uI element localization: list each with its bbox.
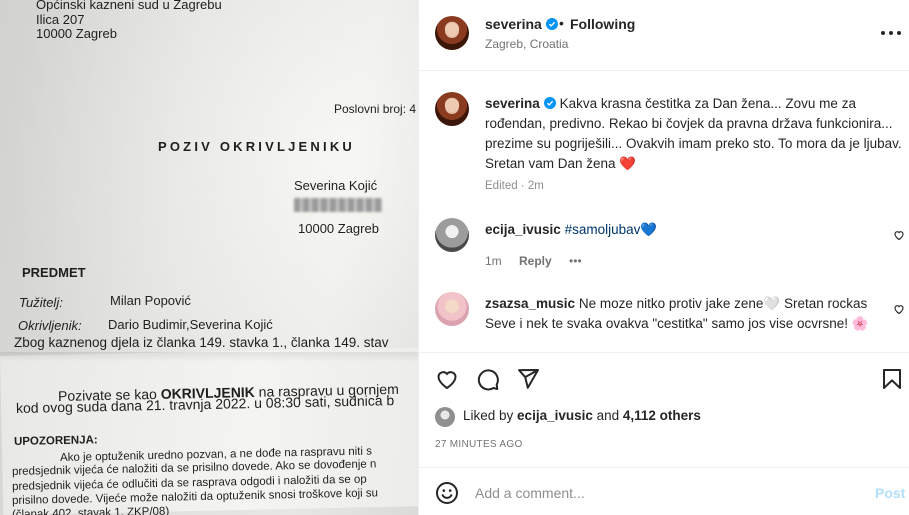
first-liker-link[interactable]: ecija_ivusic bbox=[517, 408, 593, 423]
caption-author-avatar[interactable] bbox=[435, 92, 469, 126]
subject-heading: PREDMET bbox=[22, 265, 86, 280]
separator-dot: • bbox=[559, 15, 564, 31]
comment-more-button[interactable]: ••• bbox=[569, 254, 582, 268]
comment-icon[interactable] bbox=[476, 367, 500, 391]
accused-value: Dario Budimir,Severina Kojić bbox=[108, 317, 273, 332]
post-timestamp[interactable]: 27 MINUTES AGO bbox=[435, 439, 523, 450]
likes-and: and bbox=[592, 408, 623, 423]
verified-badge-icon bbox=[543, 97, 556, 109]
blurred-street-address bbox=[294, 198, 382, 212]
commenter-avatar[interactable] bbox=[435, 218, 469, 252]
post-photo[interactable]: Općinski kazneni sud u Zagrebu Ilica 207… bbox=[0, 0, 418, 515]
comment-text: zsazsa_music Ne moze nitko protiv jake z… bbox=[485, 294, 875, 334]
commenter-avatar[interactable] bbox=[435, 292, 469, 326]
add-comment-bar: Post bbox=[419, 467, 909, 515]
document-title: POZIV OKRIVLJENIKU bbox=[158, 139, 356, 154]
plaintiff-value: Milan Popović bbox=[110, 293, 191, 308]
caption-edited-time: Edited · 2m bbox=[485, 180, 544, 192]
offence-line: Zbog kaznenog djela iz članka 149. stavk… bbox=[14, 335, 389, 350]
post-comment-button[interactable]: Post bbox=[875, 485, 905, 501]
emoji-icon[interactable] bbox=[435, 481, 459, 505]
comment-like-heart-icon[interactable] bbox=[893, 229, 905, 241]
comment-text: ecija_ivusic #samoljubav💙 bbox=[485, 220, 875, 240]
comment-like-heart-icon[interactable] bbox=[893, 303, 905, 315]
others-link[interactable]: 4,112 others bbox=[623, 408, 701, 423]
post-side-panel: severina • Following Zagreb, Croatia sev… bbox=[418, 0, 909, 515]
liker-avatar[interactable] bbox=[435, 407, 455, 427]
author-username[interactable]: severina bbox=[485, 16, 542, 32]
court-name: Općinski kazneni sud u Zagrebu bbox=[36, 0, 222, 12]
addressee-name: Severina Kojić bbox=[294, 178, 378, 193]
caption-username[interactable]: severina bbox=[485, 96, 540, 111]
following-button[interactable]: Following bbox=[570, 16, 635, 32]
comment-input[interactable] bbox=[475, 481, 855, 505]
warning-heading: UPOZORENJA: bbox=[13, 434, 98, 448]
comment-time: 1m bbox=[485, 254, 502, 268]
plaintiff-label: Tužitelj: bbox=[19, 295, 63, 310]
commenter-username[interactable]: zsazsa_music bbox=[485, 296, 575, 311]
caption-text: severina Kakva krasna čestitka za Dan že… bbox=[485, 94, 905, 174]
addressee-city: 10000 Zagreb bbox=[298, 221, 379, 236]
likes-text: Liked by ecija_ivusic and 4,112 others bbox=[463, 408, 701, 423]
blue-heart-emoji: 💙 bbox=[640, 222, 658, 237]
author-avatar[interactable] bbox=[435, 16, 469, 50]
hashtag-link[interactable]: #samoljubav bbox=[565, 222, 641, 237]
share-icon[interactable] bbox=[516, 367, 540, 391]
post-location[interactable]: Zagreb, Croatia bbox=[485, 37, 568, 51]
heart-emoji: ❤️ bbox=[619, 156, 637, 171]
heart-icon[interactable] bbox=[435, 367, 459, 391]
verified-badge-icon bbox=[545, 18, 558, 30]
flower-emoji: 🌸 bbox=[851, 316, 869, 331]
bookmark-icon[interactable] bbox=[880, 367, 904, 391]
commenter-username[interactable]: ecija_ivusic bbox=[485, 222, 561, 237]
post-action-bar bbox=[419, 352, 909, 402]
likes-prefix: Liked by bbox=[463, 408, 518, 423]
post-header: severina • Following Zagreb, Croatia bbox=[419, 0, 909, 71]
court-street: Ilica 207 bbox=[36, 12, 85, 27]
more-options-icon[interactable] bbox=[881, 29, 901, 37]
reply-button[interactable]: Reply bbox=[519, 254, 552, 268]
case-number: Poslovni broj: 4 bbox=[334, 102, 417, 116]
author-username-row: severina bbox=[485, 16, 558, 32]
court-city: 10000 Zagreb bbox=[36, 26, 117, 41]
paper-fold-shadow bbox=[0, 352, 418, 362]
accused-label: Okrivljenik: bbox=[18, 318, 82, 333]
comment-meta: 1m Reply ••• bbox=[485, 254, 596, 268]
